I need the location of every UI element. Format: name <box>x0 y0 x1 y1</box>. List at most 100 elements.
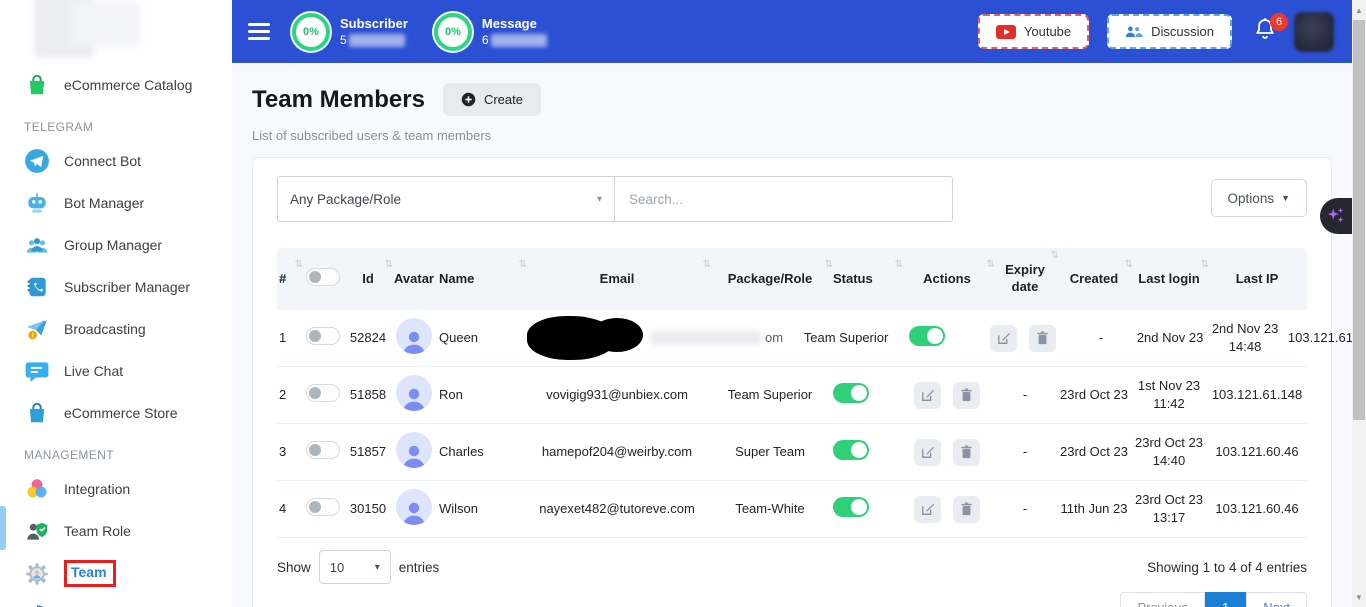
col-select-all <box>301 262 345 297</box>
search-input[interactable] <box>615 176 953 222</box>
sidebar-item-live-chat[interactable]: Live Chat <box>0 350 232 392</box>
row-expiry-date: - <box>993 494 1057 524</box>
delete-button[interactable] <box>953 382 980 409</box>
sidebar-item-group-manager[interactable]: Group Manager <box>0 224 232 266</box>
page-subtitle: List of subscribed users & team members <box>252 128 1328 143</box>
person-shield-icon <box>24 518 50 544</box>
col-email[interactable]: Email⇅ <box>525 265 709 294</box>
sidebar-item-label: Group Manager <box>64 237 162 253</box>
row-select-cell <box>301 492 345 527</box>
row-name: Queen <box>437 323 525 353</box>
ai-assistant-button[interactable] <box>1320 198 1352 234</box>
pagination-next-button[interactable]: Next <box>1246 592 1307 607</box>
page-scrollbar[interactable]: ▲ ▼ <box>1352 0 1366 607</box>
subscriber-stat-value: 5 <box>340 33 408 47</box>
scroll-up-icon[interactable]: ▲ <box>1352 2 1366 18</box>
sidebar-item-bot-manager[interactable]: Bot Manager <box>0 182 232 224</box>
status-toggle[interactable] <box>833 383 869 403</box>
sidebar-item-connect-bot[interactable]: Connect Bot <box>0 140 232 182</box>
pagination-page-1-button[interactable]: 1 <box>1205 592 1246 607</box>
status-toggle[interactable] <box>833 497 869 517</box>
package-role-select[interactable]: Any Package/Role ▾ <box>277 176 615 222</box>
sidebar-item-transactions[interactable]: Transactions <box>0 595 232 607</box>
row-last-ip: 103.121.60.46 <box>1207 494 1307 524</box>
col-name[interactable]: Name⇅ <box>437 265 525 294</box>
status-toggle[interactable] <box>909 326 945 346</box>
col-package-role[interactable]: Package/Role⇅ <box>709 265 831 294</box>
sidebar-item-subscriber-manager[interactable]: Subscriber Manager <box>0 266 232 308</box>
sidebar-item-ecommerce-store[interactable]: eCommerce Store <box>0 392 232 434</box>
topbar: 0% Subscriber 5 0% Message 6 Youtube D <box>232 0 1352 63</box>
entries-per-page-select[interactable]: 10 ▾ <box>319 550 391 584</box>
row-package-role: Team Superior <box>785 323 907 353</box>
telegram-icon <box>24 148 50 174</box>
col-last-ip[interactable]: Last IP <box>1207 265 1307 294</box>
col-id[interactable]: Id⇅ <box>345 265 391 294</box>
notifications-button[interactable]: 6 <box>1254 17 1276 46</box>
contact-book-icon <box>24 274 50 300</box>
status-toggle[interactable] <box>833 440 869 460</box>
discussion-button[interactable]: Discussion <box>1107 14 1232 49</box>
delete-button[interactable] <box>1029 325 1056 352</box>
row-name: Charles <box>437 437 525 467</box>
sidebar-item-ecommerce-catalog[interactable]: eCommerce Catalog <box>0 64 232 106</box>
options-button[interactable]: Options ▼ <box>1211 179 1307 217</box>
row-number: 4 <box>277 494 301 524</box>
row-expiry-date: - <box>993 437 1057 467</box>
select-all-toggle[interactable] <box>306 268 340 286</box>
row-number: 1 <box>277 323 301 353</box>
sidebar-item-team-role[interactable]: Team Role <box>0 510 232 552</box>
delete-button[interactable] <box>953 439 980 466</box>
row-last-ip: 103.121.61.148 <box>1207 380 1307 410</box>
create-button[interactable]: Create <box>443 83 541 116</box>
row-status-cell <box>831 377 901 414</box>
page-title: Team Members <box>252 86 425 114</box>
menu-toggle-icon[interactable] <box>248 23 270 40</box>
user-avatar[interactable] <box>1294 12 1334 52</box>
sidebar-section-management: MANAGEMENT <box>0 434 232 468</box>
row-created: 2nd Nov 23 <box>1133 323 1207 353</box>
sidebar-item-broadcasting[interactable]: ! Broadcasting <box>0 308 232 350</box>
team-members-table: #⇅ Id⇅ Avatar Name⇅ Email⇅ Package/Role⇅… <box>277 248 1307 538</box>
sidebar-item-label: Live Chat <box>64 363 123 379</box>
edit-button[interactable] <box>914 439 941 466</box>
row-select-toggle[interactable] <box>306 327 340 345</box>
row-select-toggle[interactable] <box>306 498 340 516</box>
row-last-ip: 103.121.61.148 <box>1283 323 1352 353</box>
col-expiry-date[interactable]: Expiry date⇅ <box>993 256 1057 302</box>
row-last-login: 23rd Oct 23 14:40 <box>1131 428 1207 475</box>
entries-label: entries <box>399 560 440 575</box>
subscriber-progress-ring: 0% <box>292 13 330 51</box>
col-status[interactable]: Status⇅ <box>831 265 901 294</box>
pagination-previous-button[interactable]: Previous <box>1120 592 1205 607</box>
scrollbar-thumb[interactable] <box>1353 20 1365 420</box>
table-row: 1 52824 Queen om Team Superior <box>277 310 1307 367</box>
col-hash[interactable]: #⇅ <box>277 265 301 294</box>
row-id: 52824 <box>345 323 391 353</box>
edit-button[interactable] <box>914 382 941 409</box>
col-actions[interactable]: Actions⇅ <box>901 265 993 294</box>
sidebar-item-team[interactable]: Team <box>0 552 232 595</box>
sidebar-item-integration[interactable]: Integration <box>0 468 232 510</box>
youtube-button[interactable]: Youtube <box>978 14 1089 49</box>
redaction-smudge <box>651 331 761 345</box>
table-row: 4 30150 Wilson nayexet482@tutoreve.com T… <box>277 481 1307 538</box>
row-select-toggle[interactable] <box>306 441 340 459</box>
message-stat-label: Message <box>482 16 547 31</box>
row-select-cell <box>301 321 345 356</box>
row-id: 51858 <box>345 380 391 410</box>
row-actions-cell <box>901 490 993 529</box>
col-created[interactable]: Created⇅ <box>1057 265 1131 294</box>
row-number: 3 <box>277 437 301 467</box>
sort-icon: ⇅ <box>1051 249 1059 262</box>
row-status-cell <box>831 491 901 528</box>
col-last-login[interactable]: Last login⇅ <box>1131 265 1207 294</box>
row-select-toggle[interactable] <box>306 384 340 402</box>
col-avatar[interactable]: Avatar <box>391 265 437 294</box>
delete-button[interactable] <box>953 496 980 523</box>
scroll-down-icon[interactable]: ▼ <box>1352 589 1366 605</box>
show-label: Show <box>277 560 311 575</box>
edit-button[interactable] <box>990 325 1017 352</box>
team-gear-icon <box>24 561 50 587</box>
edit-button[interactable] <box>914 496 941 523</box>
